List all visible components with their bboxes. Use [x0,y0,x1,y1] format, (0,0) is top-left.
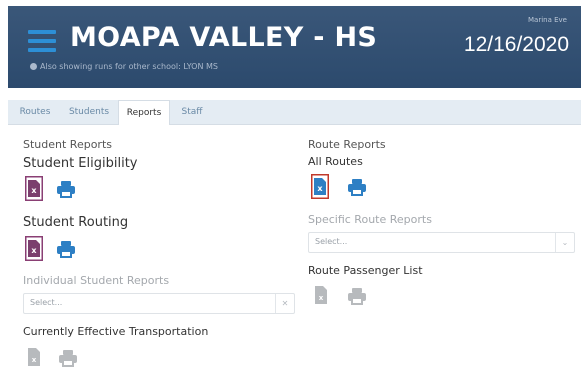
svg-text:x: x [317,184,323,193]
individual-student-select[interactable]: Select... ✕ [23,293,295,314]
specific-route-reports-title: Specific Route Reports [308,213,432,226]
route-reports-heading: Route Reports [308,138,386,151]
student-eligibility-print-icon[interactable] [56,180,78,200]
currently-effective-transportation-title: Currently Effective Transportation [23,325,209,338]
info-icon [30,63,37,70]
effective-transportation-print-icon [58,349,80,369]
svg-text:x: x [32,356,37,364]
clear-icon[interactable]: ✕ [275,294,294,313]
passenger-list-print-icon [347,287,369,307]
tab-students[interactable]: Students [64,100,114,124]
user-name[interactable]: Marina Eve [528,16,567,24]
student-eligibility-excel-icon[interactable]: x [25,176,43,201]
specific-route-select[interactable]: Select... ⌄ [308,232,575,253]
student-eligibility-title: Student Eligibility [23,156,138,171]
tab-routes[interactable]: Routes [14,100,56,124]
current-date: 12/16/2020 [463,33,569,56]
also-showing-text: Also showing runs for other school: LYON… [40,62,218,71]
passenger-list-excel-icon: x [313,285,331,310]
also-showing-note: Also showing runs for other school: LYON… [30,62,218,71]
reports-panel: Student Reports Student Eligibility x St… [8,125,581,373]
dropdown-arrow-icon[interactable]: ⌄ [555,233,574,252]
svg-text:x: x [31,186,37,195]
student-reports-heading: Student Reports [23,138,112,151]
all-routes-title: All Routes [308,155,363,168]
tab-reports[interactable]: Reports [118,100,170,126]
student-routing-excel-icon[interactable]: x [25,236,43,261]
hamburger-menu-icon[interactable] [28,30,56,52]
effective-transportation-excel-icon: x [26,347,44,372]
svg-text:x: x [31,246,37,255]
app-header: MOAPA VALLEY - HS Also showing runs for … [8,6,581,88]
school-title: MOAPA VALLEY - HS [70,22,378,53]
tab-staff[interactable]: Staff [174,100,210,124]
student-routing-print-icon[interactable] [56,240,78,260]
svg-text:x: x [319,294,324,302]
tab-bar: Routes Students Reports Staff [8,100,581,126]
all-routes-excel-icon[interactable]: x [311,174,329,199]
route-passenger-list-title: Route Passenger List [308,264,423,277]
all-routes-print-icon[interactable] [347,178,369,198]
specific-route-select-placeholder: Select... [315,237,348,246]
individual-student-reports-title: Individual Student Reports [23,274,170,287]
individual-student-select-placeholder: Select... [30,298,63,307]
student-routing-title: Student Routing [23,215,129,230]
